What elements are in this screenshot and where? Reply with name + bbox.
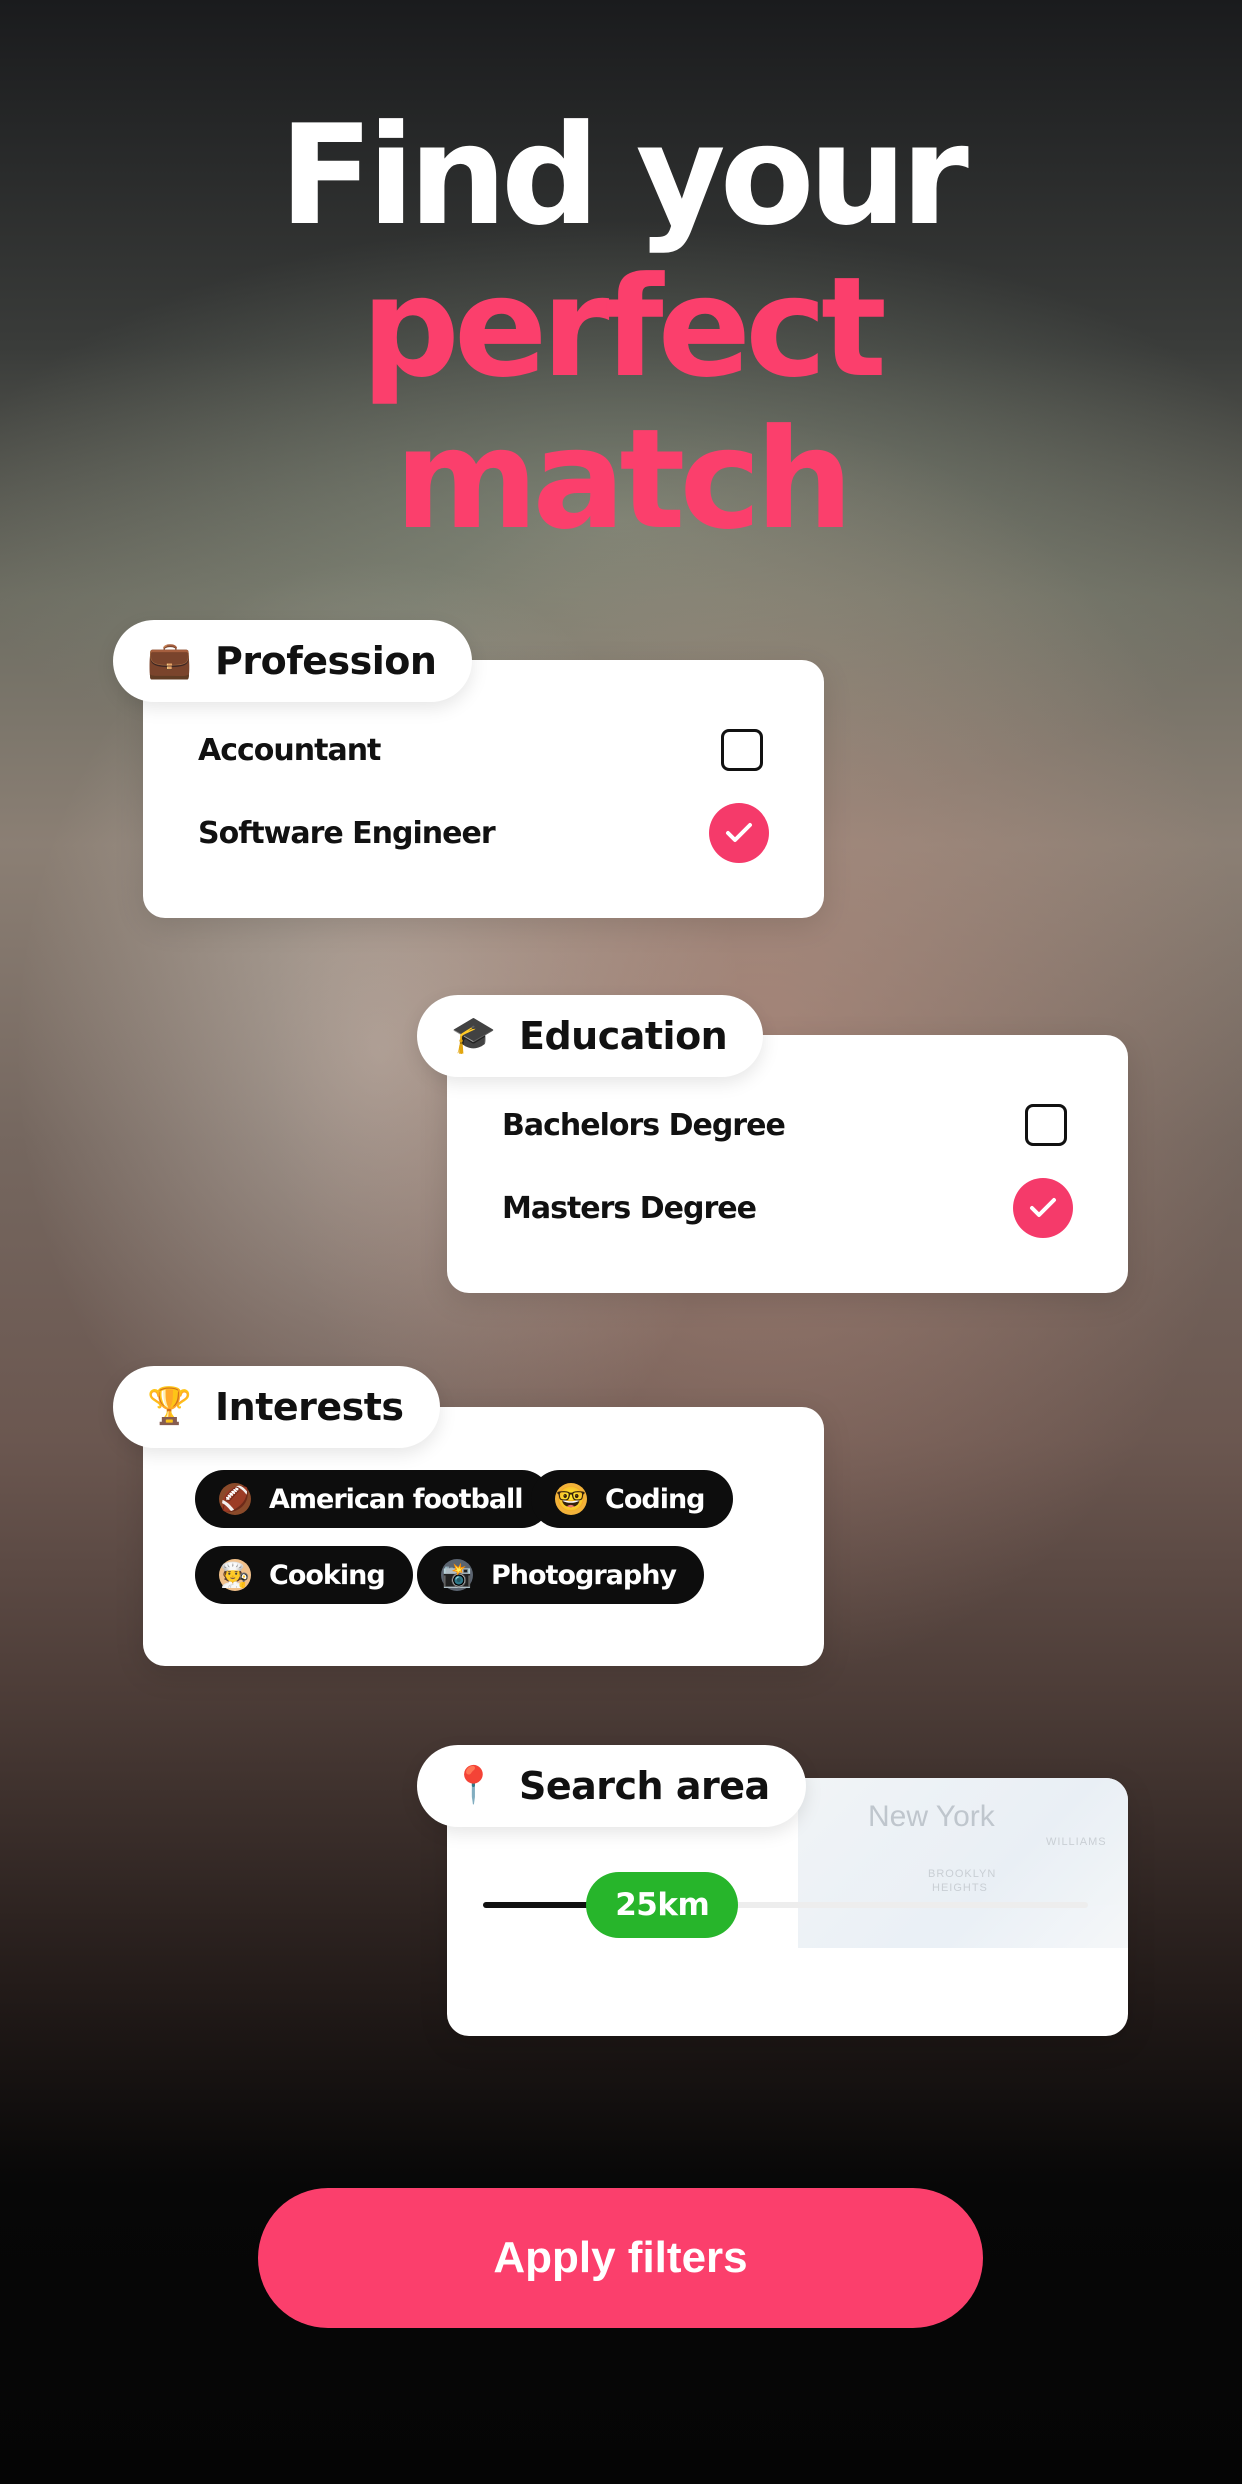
search-area-tag: 📍 Search area: [417, 1745, 806, 1827]
option-accountant[interactable]: Accountant: [198, 716, 769, 784]
option-label: Software Engineer: [198, 815, 496, 851]
hero-heading: Find your perfect match: [0, 100, 1242, 556]
map-label: WILLIAMS: [1046, 1836, 1107, 1848]
nerd-face-icon: 🤓: [555, 1483, 587, 1515]
chip-label: Cooking: [269, 1559, 386, 1591]
hero-line-1: Find your: [279, 95, 969, 256]
option-label: Bachelors Degree: [502, 1107, 786, 1143]
option-masters-degree[interactable]: Masters Degree: [502, 1174, 1073, 1242]
education-tag: 🎓 Education: [417, 995, 764, 1077]
chip-cooking[interactable]: 🧑‍🍳 Cooking: [195, 1546, 413, 1604]
football-icon: 🏈: [219, 1483, 251, 1515]
interests-tag: 🏆 Interests: [113, 1366, 440, 1448]
education-title: Education: [519, 1014, 728, 1058]
graduation-cap-icon: 🎓: [451, 1015, 496, 1056]
checkbox-unchecked[interactable]: [1025, 1104, 1067, 1146]
checkbox-checked[interactable]: [1013, 1178, 1073, 1238]
checkbox-unchecked[interactable]: [721, 729, 763, 771]
camera-flash-icon: 📸: [441, 1559, 473, 1591]
cook-icon: 🧑‍🍳: [219, 1559, 251, 1591]
chip-label: Photography: [491, 1559, 677, 1591]
checkbox-checked[interactable]: [709, 803, 769, 863]
option-label: Masters Degree: [502, 1190, 757, 1226]
filter-screen: Find your perfect match Accountant Softw…: [0, 0, 1242, 2484]
chip-american-football[interactable]: 🏈 American football: [195, 1470, 551, 1528]
hero-line-3: match: [394, 399, 854, 560]
map-city-label: New York: [868, 1800, 995, 1833]
chip-label: American football: [269, 1483, 524, 1515]
search-area-title: Search area: [519, 1764, 770, 1808]
chip-photography[interactable]: 📸 Photography: [417, 1546, 705, 1604]
map-label: BROOKLYN: [928, 1868, 997, 1880]
chip-label: Coding: [605, 1483, 705, 1515]
option-software-engineer[interactable]: Software Engineer: [198, 799, 769, 867]
option-bachelors-degree[interactable]: Bachelors Degree: [502, 1091, 1073, 1159]
briefcase-icon: 💼: [147, 640, 192, 681]
chip-coding[interactable]: 🤓 Coding: [531, 1470, 733, 1528]
profession-tag: 💼 Profession: [113, 620, 473, 702]
pin-icon: 📍: [451, 1765, 496, 1806]
option-label: Accountant: [198, 732, 381, 768]
checkmark-icon: [726, 823, 752, 842]
interests-title: Interests: [215, 1385, 404, 1429]
map-label: HEIGHTS: [932, 1882, 988, 1894]
trophy-icon: 🏆: [147, 1386, 192, 1427]
hero-line-2: perfect: [361, 247, 887, 408]
apply-filters-button[interactable]: Apply filters: [258, 2188, 983, 2328]
radius-slider-track[interactable]: [483, 1902, 1088, 1908]
map-preview: New York WILLIAMS BROOKLYN HEIGHTS: [798, 1778, 1128, 1948]
profession-title: Profession: [215, 639, 437, 683]
checkmark-icon: [1030, 1198, 1056, 1217]
radius-slider-thumb[interactable]: 25km: [586, 1872, 739, 1938]
